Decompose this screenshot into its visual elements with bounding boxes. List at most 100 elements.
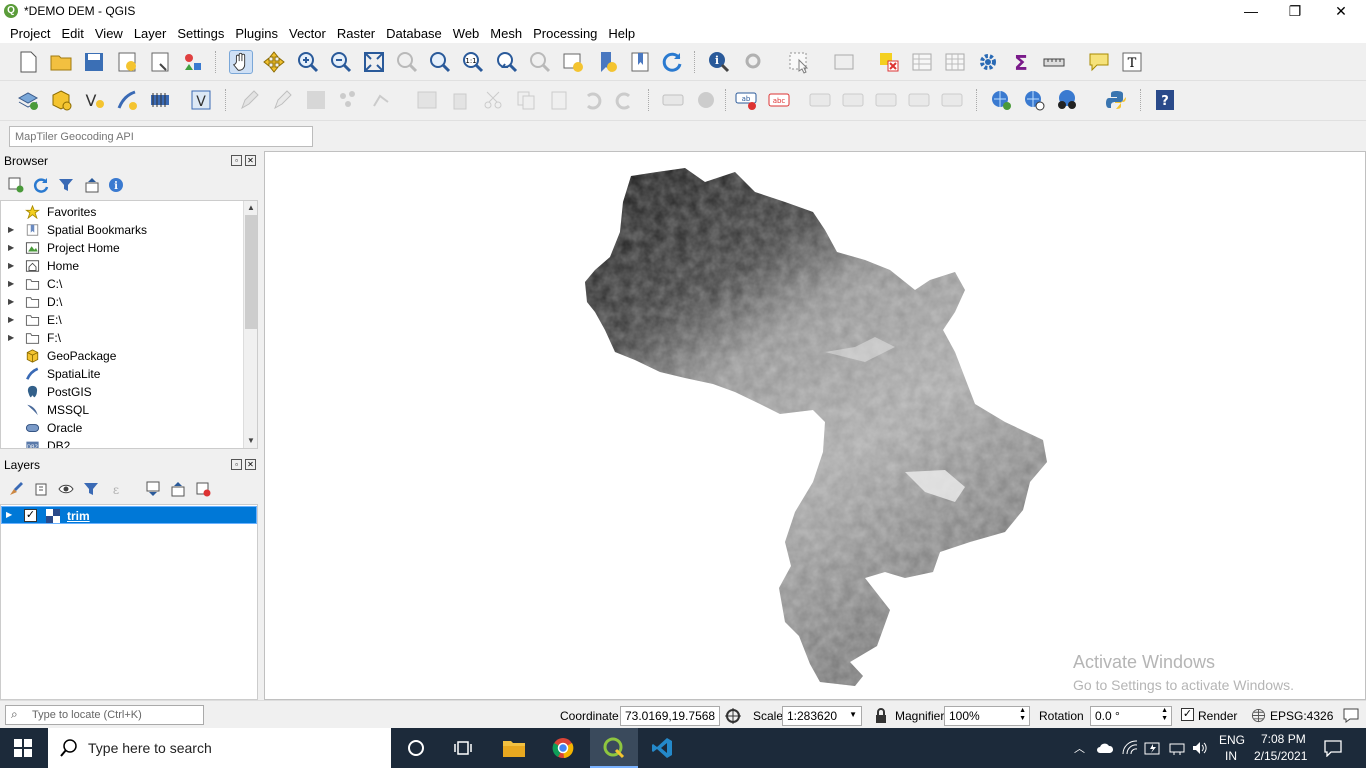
zoom-out-icon[interactable] [329, 50, 353, 74]
browser-scrollbar[interactable]: ▲ ▼ [243, 201, 257, 448]
collapse-all-layers-icon[interactable] [170, 481, 186, 497]
new-geopackage-layer-icon[interactable] [49, 88, 73, 112]
coordinate-field[interactable]: 73.0169,19.7568 [620, 706, 720, 726]
geocoder-search-input[interactable] [9, 126, 313, 147]
zoom-next-icon[interactable] [528, 50, 552, 74]
menu-project[interactable]: Project [5, 24, 56, 44]
minimize-button[interactable]: — [1228, 0, 1274, 23]
close-layers-panel-button[interactable]: ✕ [245, 459, 256, 470]
network-icon[interactable] [1168, 740, 1186, 756]
toggle-extents-icon[interactable] [724, 707, 742, 725]
expand-all-icon[interactable] [145, 481, 161, 497]
lock-scale-icon[interactable] [874, 708, 888, 724]
tray-chevron-icon[interactable]: ︿ [1074, 740, 1085, 756]
pan-to-selection-icon[interactable] [262, 50, 286, 74]
expand-arrow-icon[interactable]: ▶ [8, 225, 14, 234]
new-shapefile-layer-icon[interactable]: V [82, 88, 106, 112]
browser-item-oracle[interactable]: Oracle [1, 419, 241, 437]
file-explorer-icon[interactable] [502, 738, 526, 758]
pan-hand-icon[interactable] [229, 50, 253, 74]
metasearch-binoculars-icon[interactable] [1055, 88, 1079, 112]
rotation-spinbox[interactable]: 0.0 ° ▲ ▼ [1090, 706, 1172, 726]
text-annotation-icon[interactable]: T [1120, 50, 1144, 74]
crs-globe-icon[interactable] [1251, 708, 1266, 723]
filter-legend-icon[interactable] [83, 481, 99, 497]
browser-item-project-home[interactable]: ▶ Project Home [1, 239, 241, 257]
clock-date[interactable]: 2/15/2021 [1254, 749, 1307, 763]
expand-arrow-icon[interactable]: ▶ [8, 279, 14, 288]
modify-attributes-icon[interactable] [415, 88, 439, 112]
field-calculator-icon[interactable] [943, 50, 967, 74]
menu-mesh[interactable]: Mesh [485, 24, 528, 44]
toggle-editing-icon[interactable] [271, 88, 295, 112]
new-map-view-icon[interactable] [561, 50, 585, 74]
move-label-icon[interactable] [874, 88, 898, 112]
diagram-toolbar-icon[interactable] [694, 88, 718, 112]
onedrive-icon[interactable] [1096, 741, 1114, 755]
close-button[interactable]: ✕ [1318, 0, 1364, 23]
battery-charging-icon[interactable] [1144, 740, 1162, 756]
style-manager-icon[interactable] [181, 50, 205, 74]
select-features-icon[interactable] [787, 50, 811, 74]
new-print-layout-icon[interactable] [115, 50, 139, 74]
filter-expression-icon[interactable]: ε [108, 481, 124, 497]
zoom-layer-icon[interactable] [428, 50, 452, 74]
browser-item-home[interactable]: ▶ Home [1, 257, 241, 275]
expand-arrow-icon[interactable]: ▶ [6, 510, 12, 519]
refresh-icon[interactable] [660, 50, 684, 74]
select-value-icon[interactable] [832, 50, 856, 74]
vertex-tool-icon[interactable] [370, 88, 394, 112]
zoom-in-icon[interactable] [296, 50, 320, 74]
windows-start-icon[interactable] [14, 739, 32, 757]
browser-item-db2[interactable]: DB2 DB2 [1, 437, 241, 448]
menu-processing[interactable]: Processing [528, 24, 603, 44]
change-label-icon[interactable] [940, 88, 964, 112]
render-checkbox[interactable]: ✓ [1181, 708, 1194, 721]
menu-raster[interactable]: Raster [332, 24, 381, 44]
menu-vector[interactable]: Vector [284, 24, 332, 44]
deselect-features-icon[interactable] [877, 50, 901, 74]
data-source-manager-icon[interactable] [16, 88, 40, 112]
new-bookmark-icon[interactable] [595, 50, 619, 74]
delete-selected-icon[interactable] [448, 88, 472, 112]
task-view-icon[interactable] [454, 739, 472, 757]
expand-arrow-icon[interactable]: ▶ [8, 297, 14, 306]
save-edits-icon[interactable] [304, 88, 328, 112]
refresh-browser-icon[interactable] [33, 177, 49, 193]
expand-arrow-icon[interactable]: ▶ [8, 243, 14, 252]
language-code[interactable]: ENG [1219, 733, 1245, 747]
menu-plugins[interactable]: Plugins [230, 24, 284, 44]
layer-row[interactable]: ▶ ✓ trim [1, 506, 257, 524]
browser-item-mssql[interactable]: MSSQL [1, 401, 241, 419]
restore-button[interactable]: ❐ [1272, 0, 1318, 23]
browser-item-geopackage[interactable]: GeoPackage [1, 347, 241, 365]
map-tips-icon[interactable] [1087, 50, 1111, 74]
new-virtual-layer-icon[interactable]: V [189, 88, 213, 112]
layer-diagram-icon[interactable]: abc [767, 88, 791, 112]
browser-item-favorites[interactable]: Favorites [1, 203, 241, 221]
volume-icon[interactable] [1191, 740, 1209, 756]
attribute-table-icon[interactable] [910, 50, 934, 74]
qgis-taskbar-button[interactable] [590, 728, 638, 768]
scale-combo[interactable]: 1:283620 ▼ [782, 706, 862, 726]
add-selected-layers-icon[interactable] [8, 177, 24, 193]
save-project-icon[interactable] [82, 50, 106, 74]
pin-labels-icon[interactable] [808, 88, 832, 112]
help-icon[interactable]: ? [1153, 88, 1177, 112]
crs-label[interactable]: EPSG:4326 [1270, 709, 1333, 723]
manage-visibility-icon[interactable] [58, 481, 74, 497]
add-point-icon[interactable] [337, 88, 361, 112]
zoom-last-icon[interactable] [495, 50, 519, 74]
vscode-icon[interactable] [651, 737, 673, 759]
menu-view[interactable]: View [90, 24, 129, 44]
copy-features-icon[interactable] [514, 88, 538, 112]
rotate-label-icon[interactable] [907, 88, 931, 112]
menu-help[interactable]: Help [603, 24, 641, 44]
browser-item-spatial-bookmarks[interactable]: ▶ Spatial Bookmarks [1, 221, 241, 239]
layer-labeling-icon[interactable]: ab [734, 88, 758, 112]
paste-features-icon[interactable] [547, 88, 571, 112]
label-toolbar-icon[interactable] [661, 88, 685, 112]
filter-browser-icon[interactable] [58, 177, 74, 193]
layout-manager-icon[interactable] [148, 50, 172, 74]
measure-line-icon[interactable] [1042, 50, 1066, 74]
